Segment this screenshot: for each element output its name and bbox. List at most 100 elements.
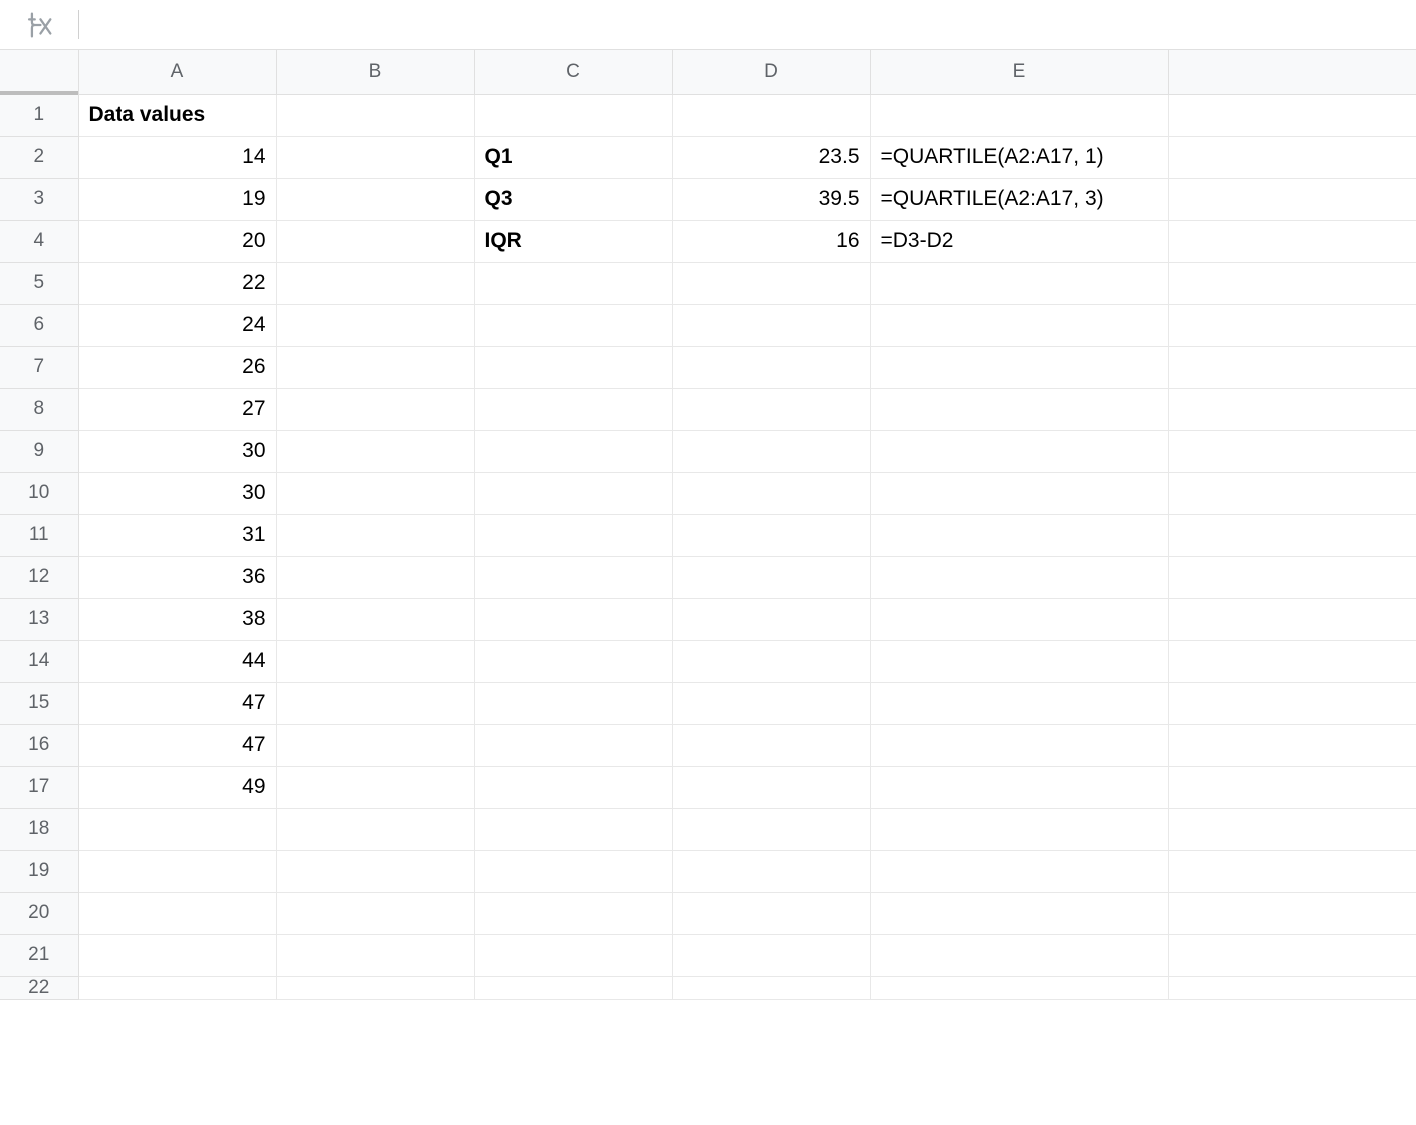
cell-E16[interactable] xyxy=(870,724,1168,766)
cell-A15[interactable]: 47 xyxy=(78,682,276,724)
cell-B3[interactable] xyxy=(276,178,474,220)
row-head-16[interactable]: 16 xyxy=(0,724,78,766)
cell-A4[interactable]: 20 xyxy=(78,220,276,262)
row-head-8[interactable]: 8 xyxy=(0,388,78,430)
cell-B10[interactable] xyxy=(276,472,474,514)
cell-C14[interactable] xyxy=(474,640,672,682)
cell-B11[interactable] xyxy=(276,514,474,556)
cell-A8[interactable]: 27 xyxy=(78,388,276,430)
cell-C8[interactable] xyxy=(474,388,672,430)
row-head-6[interactable]: 6 xyxy=(0,304,78,346)
cell-filler-18[interactable] xyxy=(1168,808,1416,850)
cell-B22[interactable] xyxy=(276,976,474,999)
cell-D7[interactable] xyxy=(672,346,870,388)
cell-A7[interactable]: 26 xyxy=(78,346,276,388)
cell-D2[interactable]: 23.5 xyxy=(672,136,870,178)
cell-B12[interactable] xyxy=(276,556,474,598)
cell-E8[interactable] xyxy=(870,388,1168,430)
cell-C1[interactable] xyxy=(474,94,672,136)
formula-input[interactable] xyxy=(79,0,1416,49)
row-head-2[interactable]: 2 xyxy=(0,136,78,178)
cell-C16[interactable] xyxy=(474,724,672,766)
cell-D12[interactable] xyxy=(672,556,870,598)
cell-C19[interactable] xyxy=(474,850,672,892)
cell-D6[interactable] xyxy=(672,304,870,346)
cell-E6[interactable] xyxy=(870,304,1168,346)
col-head-C[interactable]: C xyxy=(474,50,672,94)
cell-D8[interactable] xyxy=(672,388,870,430)
cell-D4[interactable]: 16 xyxy=(672,220,870,262)
cell-B16[interactable] xyxy=(276,724,474,766)
cell-filler-2[interactable] xyxy=(1168,136,1416,178)
cell-filler-5[interactable] xyxy=(1168,262,1416,304)
cell-B20[interactable] xyxy=(276,892,474,934)
cell-A5[interactable]: 22 xyxy=(78,262,276,304)
select-all-corner[interactable] xyxy=(0,50,78,94)
cell-E2[interactable]: =QUARTILE(A2:A17, 1) xyxy=(870,136,1168,178)
col-head-E[interactable]: E xyxy=(870,50,1168,94)
cell-A18[interactable] xyxy=(78,808,276,850)
cell-A6[interactable]: 24 xyxy=(78,304,276,346)
row-head-15[interactable]: 15 xyxy=(0,682,78,724)
cell-A22[interactable] xyxy=(78,976,276,999)
cell-E11[interactable] xyxy=(870,514,1168,556)
cell-B18[interactable] xyxy=(276,808,474,850)
cell-E22[interactable] xyxy=(870,976,1168,999)
cell-A17[interactable]: 49 xyxy=(78,766,276,808)
cell-C21[interactable] xyxy=(474,934,672,976)
cell-B1[interactable] xyxy=(276,94,474,136)
col-head-B[interactable]: B xyxy=(276,50,474,94)
cell-D15[interactable] xyxy=(672,682,870,724)
cell-A21[interactable] xyxy=(78,934,276,976)
cell-C10[interactable] xyxy=(474,472,672,514)
cell-C6[interactable] xyxy=(474,304,672,346)
cell-E17[interactable] xyxy=(870,766,1168,808)
cell-E1[interactable] xyxy=(870,94,1168,136)
row-head-20[interactable]: 20 xyxy=(0,892,78,934)
cell-D18[interactable] xyxy=(672,808,870,850)
cell-A10[interactable]: 30 xyxy=(78,472,276,514)
cell-filler-10[interactable] xyxy=(1168,472,1416,514)
cell-E20[interactable] xyxy=(870,892,1168,934)
cell-B6[interactable] xyxy=(276,304,474,346)
cell-C5[interactable] xyxy=(474,262,672,304)
cell-filler-22[interactable] xyxy=(1168,976,1416,999)
cell-C18[interactable] xyxy=(474,808,672,850)
row-head-14[interactable]: 14 xyxy=(0,640,78,682)
cell-C7[interactable] xyxy=(474,346,672,388)
cell-A12[interactable]: 36 xyxy=(78,556,276,598)
cell-D14[interactable] xyxy=(672,640,870,682)
row-head-5[interactable]: 5 xyxy=(0,262,78,304)
cell-B9[interactable] xyxy=(276,430,474,472)
cell-E12[interactable] xyxy=(870,556,1168,598)
cell-E9[interactable] xyxy=(870,430,1168,472)
cell-A3[interactable]: 19 xyxy=(78,178,276,220)
cell-filler-19[interactable] xyxy=(1168,850,1416,892)
cell-filler-17[interactable] xyxy=(1168,766,1416,808)
row-head-22[interactable]: 22 xyxy=(0,976,78,999)
cell-E21[interactable] xyxy=(870,934,1168,976)
cell-D9[interactable] xyxy=(672,430,870,472)
col-head-A[interactable]: A xyxy=(78,50,276,94)
cell-D1[interactable] xyxy=(672,94,870,136)
cell-E3[interactable]: =QUARTILE(A2:A17, 3) xyxy=(870,178,1168,220)
col-head-D[interactable]: D xyxy=(672,50,870,94)
cell-B14[interactable] xyxy=(276,640,474,682)
cell-filler-3[interactable] xyxy=(1168,178,1416,220)
row-head-13[interactable]: 13 xyxy=(0,598,78,640)
cell-filler-20[interactable] xyxy=(1168,892,1416,934)
cell-D5[interactable] xyxy=(672,262,870,304)
cell-C3[interactable]: Q3 xyxy=(474,178,672,220)
cell-A19[interactable] xyxy=(78,850,276,892)
cell-D20[interactable] xyxy=(672,892,870,934)
cell-E14[interactable] xyxy=(870,640,1168,682)
cell-C13[interactable] xyxy=(474,598,672,640)
cell-filler-7[interactable] xyxy=(1168,346,1416,388)
row-head-19[interactable]: 19 xyxy=(0,850,78,892)
cell-A1[interactable]: Data values xyxy=(78,94,276,136)
cell-A2[interactable]: 14 xyxy=(78,136,276,178)
cell-B4[interactable] xyxy=(276,220,474,262)
row-head-11[interactable]: 11 xyxy=(0,514,78,556)
cell-filler-8[interactable] xyxy=(1168,388,1416,430)
cell-filler-21[interactable] xyxy=(1168,934,1416,976)
